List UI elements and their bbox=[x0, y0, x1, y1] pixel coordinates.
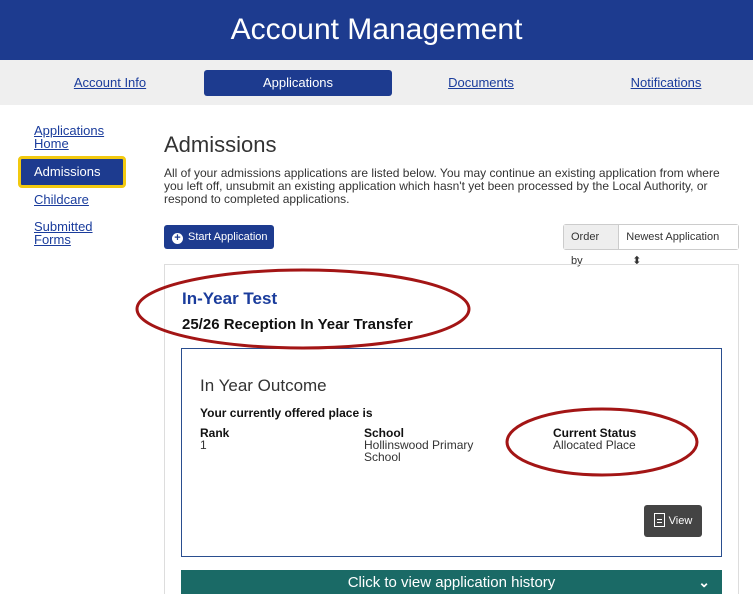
chevron-down-icon: ⌄ bbox=[698, 574, 710, 590]
status-value: Allocated Place bbox=[553, 438, 636, 452]
sidebar-item-label[interactable]: Childcare bbox=[18, 193, 105, 206]
view-label: View bbox=[668, 515, 693, 527]
plus-circle-icon: + bbox=[172, 233, 183, 244]
rank-column: Rank 1 bbox=[200, 427, 229, 451]
sidebar-item-label[interactable]: Home bbox=[18, 137, 128, 150]
school-value: School bbox=[364, 450, 401, 464]
history-label: Click to view application history bbox=[347, 574, 556, 591]
offered-label: Your currently offered place is bbox=[200, 406, 373, 420]
start-application-label: Start Application bbox=[188, 231, 268, 243]
order-by-label: Order by bbox=[564, 225, 620, 267]
outcome-panel: In Year Outcome Your currently offered p… bbox=[181, 348, 722, 557]
sidebar-item-submitted-forms[interactable]: Submitted Forms bbox=[18, 220, 109, 246]
sidebar-item-childcare[interactable]: Childcare bbox=[18, 193, 105, 206]
sidebar-item-label[interactable]: Admissions bbox=[18, 156, 126, 188]
application-card: In-Year Test 25/26 Reception In Year Tra… bbox=[164, 264, 739, 594]
nav-documents[interactable]: Documents bbox=[421, 70, 541, 96]
page-banner: Account Management bbox=[0, 0, 753, 60]
document-icon bbox=[653, 513, 665, 527]
rank-value: 1 bbox=[200, 438, 207, 452]
sidebar: Applications Home Admissions Childcare S… bbox=[18, 124, 128, 246]
order-by-value: Newest Application bbox=[626, 231, 720, 243]
start-application-button[interactable]: + Start Application bbox=[164, 225, 274, 249]
sidebar-item-applications-home[interactable]: Applications Home bbox=[18, 124, 128, 154]
sidebar-item-admissions[interactable]: Admissions bbox=[18, 156, 126, 188]
top-nav: Account Info Applications Documents Noti… bbox=[0, 60, 753, 105]
order-by-select[interactable]: Newest Application ⬍ bbox=[619, 225, 738, 267]
school-column: School Hollinswood Primary School bbox=[364, 427, 473, 463]
application-history-button[interactable]: Click to view application history ⌄ bbox=[181, 570, 722, 594]
view-button[interactable]: View bbox=[644, 505, 702, 537]
page-title: Admissions bbox=[164, 132, 277, 157]
nav-applications[interactable]: Applications bbox=[204, 70, 392, 96]
nav-notifications[interactable]: Notifications bbox=[601, 70, 731, 96]
order-by-control[interactable]: Order by Newest Application ⬍ bbox=[563, 224, 739, 267]
sidebar-item-label[interactable]: Forms bbox=[18, 233, 109, 246]
status-column: Current Status Allocated Place bbox=[553, 427, 636, 451]
intro-text: All of your admissions applications are … bbox=[164, 166, 720, 206]
nav-account-info[interactable]: Account Info bbox=[46, 70, 174, 96]
outcome-title: In Year Outcome bbox=[200, 376, 327, 395]
application-name: In-Year Test bbox=[182, 289, 278, 308]
application-subtitle: 25/26 Reception In Year Transfer bbox=[182, 316, 413, 333]
